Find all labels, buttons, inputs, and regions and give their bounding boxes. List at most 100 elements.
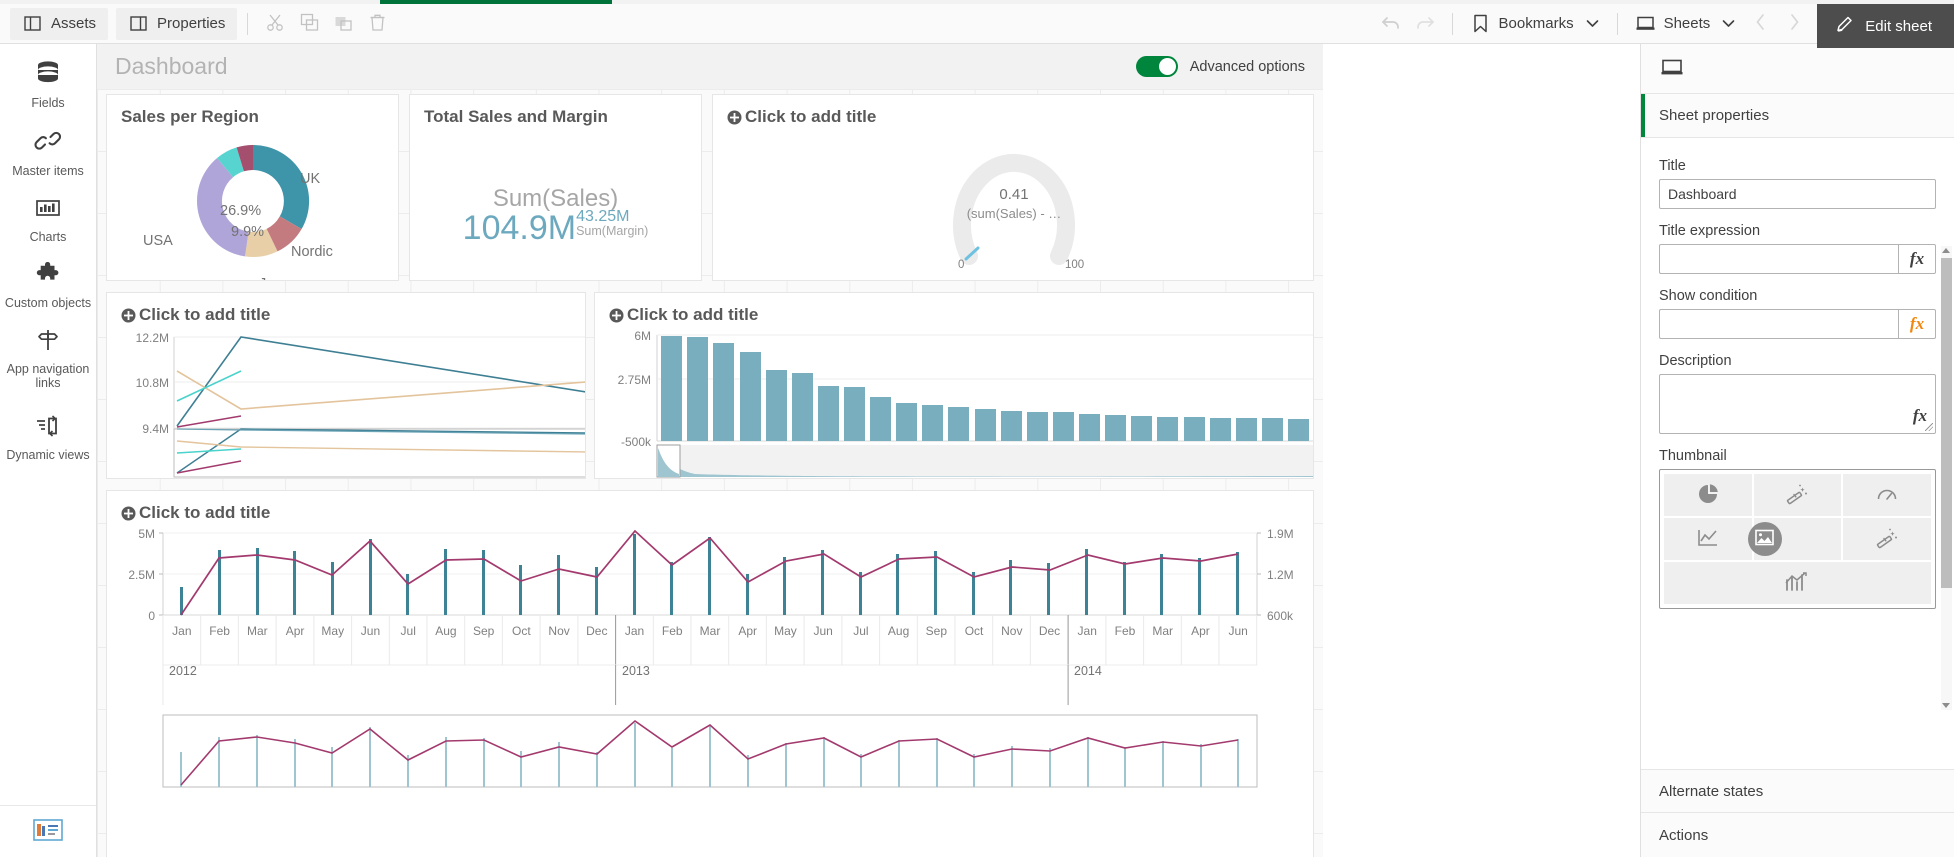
combo-month-label: Jun — [1228, 624, 1248, 638]
card-title-combo[interactable]: Click to add title — [107, 491, 1313, 527]
page-title[interactable]: Dashboard — [115, 53, 228, 80]
kpi-object[interactable]: Sum(Sales) 104.9M 43.25M Sum(Margin) — [410, 123, 701, 280]
kpi-main-label: Sum(Sales) — [492, 184, 619, 212]
line-chart-object[interactable]: 12.2M 10.8M 9.4M — [107, 329, 585, 478]
data-model-viewer-button[interactable] — [0, 805, 96, 857]
bar-ytick-0: -500k — [620, 435, 651, 449]
sheet-header: Dashboard Advanced options — [97, 44, 1323, 89]
loading-progress-track — [0, 0, 1954, 4]
chart-card-bar[interactable]: Click to add title 6M 2.75M -500k — [594, 292, 1314, 479]
combo-chart-icon — [1784, 571, 1810, 596]
copy-button[interactable] — [292, 7, 326, 41]
chart-card-sales-per-region[interactable]: Sales per Region UK Nordic USA 26.9% 9.9… — [106, 94, 399, 281]
chart-card-combo[interactable]: Click to add title 5M 2.5M 0 1.9M 1.2M 6… — [106, 490, 1314, 857]
undo-arrow-icon — [1380, 12, 1402, 35]
cut-button[interactable] — [258, 7, 292, 41]
thumbnail-option-pie[interactable] — [1664, 474, 1752, 516]
previous-sheet-button[interactable] — [1743, 7, 1777, 41]
copy-icon — [300, 13, 319, 35]
thumbnail-option-wand-1[interactable] — [1753, 474, 1842, 516]
fx-icon: fx — [1909, 314, 1925, 333]
tab-sheet-properties[interactable] — [1655, 52, 1689, 86]
rail-item-dynamic-views[interactable]: Dynamic views — [0, 404, 96, 470]
fx-icon: fx — [1909, 249, 1925, 268]
kpi-secondary-block: 43.25M Sum(Margin) — [576, 208, 648, 240]
redo-button[interactable] — [1408, 7, 1442, 41]
line-series-cyan — [176, 370, 242, 402]
scroll-down-arrow-icon[interactable] — [1942, 703, 1950, 708]
bar-ytick-2: 6M — [634, 329, 651, 343]
section-alternate-states[interactable]: Alternate states — [1641, 769, 1954, 813]
combo-month-label: Mar — [1152, 624, 1174, 638]
chart-card-gauge[interactable]: Click to add title 0.41 (sum(Sales) - … … — [712, 94, 1314, 281]
section-sheet-properties[interactable]: Sheet properties — [1641, 94, 1954, 138]
gauge-max-tick: 100 — [1065, 259, 1085, 271]
line-chart-icon — [1696, 527, 1720, 552]
thumbnail-option-line[interactable] — [1664, 518, 1752, 560]
title-input-value: Dashboard — [1668, 186, 1737, 202]
section-actions[interactable]: Actions — [1641, 813, 1954, 857]
rail-item-custom-objects[interactable]: Custom objects — [0, 252, 96, 318]
toolbar-divider-2 — [1451, 12, 1453, 35]
paste-button[interactable] — [326, 7, 360, 41]
title-input[interactable]: Dashboard — [1659, 179, 1936, 209]
add-circle-icon — [609, 308, 624, 323]
chart-card-line[interactable]: Click to add title 12.2M 10.8M 9.4M — [106, 292, 586, 479]
advanced-options-toggle[interactable] — [1135, 56, 1178, 77]
scroll-up-arrow-icon[interactable] — [1942, 248, 1950, 253]
bar-ytick-1: 2.75M — [617, 373, 651, 387]
donut-label-nordic: Nordic — [291, 244, 333, 260]
chevron-down-icon — [1586, 15, 1599, 32]
thumbnail-option-gauge[interactable] — [1843, 474, 1931, 516]
qlik-sense-app: Assets Properties Bookmarks Sheets Edit … — [0, 0, 1954, 857]
edit-sheet-label: Edit sheet — [1865, 17, 1932, 35]
combo-month-label: Sep — [925, 624, 948, 638]
resize-handle-icon[interactable] — [1925, 423, 1933, 431]
title-expression-fx-button[interactable]: fx — [1898, 244, 1936, 274]
card-title-line[interactable]: Click to add title — [107, 293, 585, 329]
rail-item-master-items[interactable]: Master items — [0, 118, 96, 186]
bar-chart-object[interactable]: 6M 2.75M -500k — [595, 329, 1313, 478]
combo-chart-object[interactable]: 5M 2.5M 0 1.9M 1.2M 600k Jan Feb Mar Apr May… — [107, 527, 1313, 857]
gauge-chart[interactable]: 0.41 (sum(Sales) - … 0 100 — [713, 131, 1313, 273]
kpi-main-value: 104.9M — [462, 208, 577, 247]
properties-scrollbar[interactable] — [1941, 246, 1952, 710]
combo-month-label: Dec — [586, 624, 608, 638]
rail-label-app-navigation-links: App navigation links — [6, 362, 90, 390]
card-title-bar[interactable]: Click to add title — [595, 293, 1313, 329]
scrollbar-thumb[interactable] — [1941, 258, 1952, 588]
combo-month-label: Jan — [172, 624, 192, 638]
rail-item-app-navigation-links[interactable]: App navigation links — [0, 318, 96, 398]
properties-tab-row — [1641, 44, 1954, 94]
line-ytick-0: 9.4M — [142, 422, 169, 436]
undo-button[interactable] — [1374, 7, 1408, 41]
rail-item-charts[interactable]: Charts — [0, 186, 96, 252]
delete-button[interactable] — [360, 7, 394, 41]
combo-month-label: Nov — [1001, 624, 1023, 638]
rail-item-fields[interactable]: Fields — [0, 44, 96, 118]
thumbnail-option-wand-2[interactable] — [1843, 518, 1931, 560]
description-textarea[interactable]: fx — [1659, 374, 1936, 434]
bookmarks-button[interactable]: Bookmarks — [1463, 7, 1607, 41]
show-condition-fx-button[interactable]: fx — [1898, 309, 1936, 339]
thumbnail-option-combo[interactable] — [1664, 562, 1931, 604]
show-condition-input[interactable] — [1659, 309, 1898, 339]
assets-button[interactable]: Assets — [10, 7, 109, 40]
chart-card-total-sales-and-margin[interactable]: Total Sales and Margin Sum(Sales) 104.9M… — [409, 94, 702, 281]
sheets-button[interactable]: Sheets — [1628, 7, 1744, 41]
top-toolbar: Assets Properties Bookmarks Sheets Edit … — [0, 4, 1954, 48]
properties-button[interactable]: Properties — [116, 7, 238, 40]
actions-label: Actions — [1659, 826, 1709, 844]
thumbnail-option-image[interactable] — [1747, 518, 1842, 560]
section-title-sheet-properties: Sheet properties — [1659, 107, 1770, 124]
card-title-bar-text: Click to add title — [627, 305, 759, 324]
next-sheet-button[interactable] — [1777, 7, 1811, 41]
combo-month-label: Feb — [1114, 624, 1136, 638]
add-circle-icon — [121, 308, 136, 323]
donut-chart-sales-per-region[interactable]: UK Nordic Japan USA 26.9% 9.9% — [107, 131, 398, 280]
combo-month-label: May — [774, 624, 797, 638]
card-title-gauge[interactable]: Click to add title — [713, 95, 1313, 131]
donut-label-usa: USA — [143, 233, 173, 249]
edit-sheet-button[interactable]: Edit sheet — [1817, 4, 1954, 48]
title-expression-input[interactable] — [1659, 244, 1898, 274]
